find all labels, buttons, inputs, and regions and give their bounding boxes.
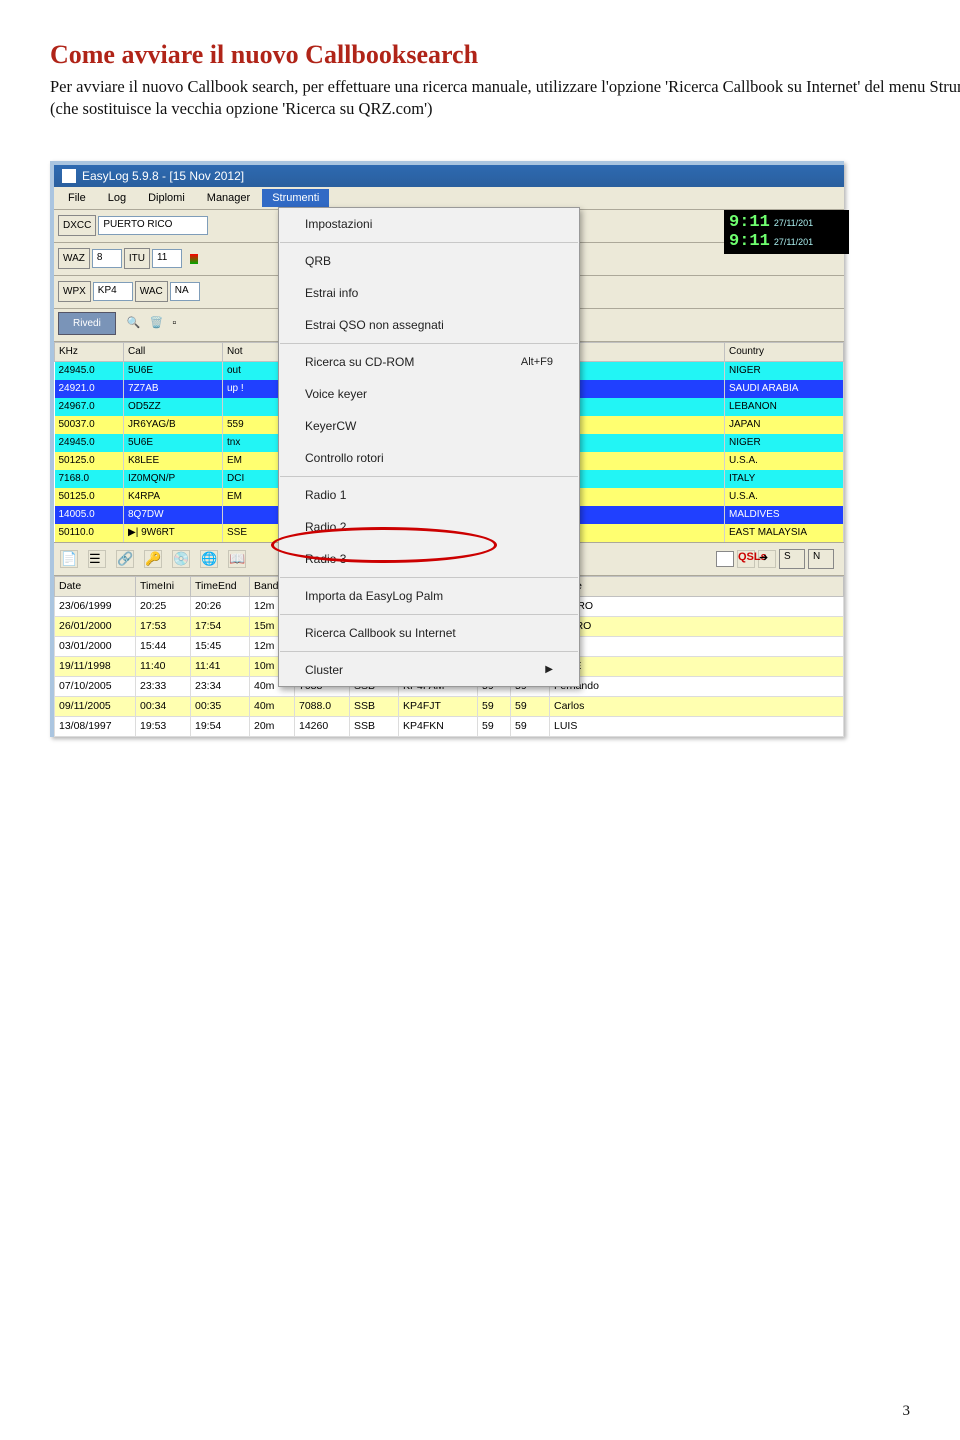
window-title: EasyLog 5.9.8 - [15 Nov 2012]	[82, 169, 244, 183]
clock-date1: 27/11/201	[774, 218, 813, 228]
menu-item[interactable]: Importa da EasyLog Palm	[279, 580, 579, 612]
menu-item[interactable]: QRB	[279, 245, 579, 277]
page-heading: Come avviare il nuovo Callbooksearch	[50, 40, 960, 70]
wac-value: NA	[170, 282, 200, 301]
menu-item[interactable]: Radio 2	[279, 511, 579, 543]
wpx-button[interactable]: WPX	[58, 281, 91, 302]
spot-col-call[interactable]: Call	[124, 342, 223, 361]
menu-item[interactable]: Estrai info	[279, 277, 579, 309]
screenshot-window: EasyLog 5.9.8 - [15 Nov 2012] File Log D…	[50, 161, 844, 737]
spot-col-khz[interactable]: KHz	[55, 342, 124, 361]
book-icon[interactable]: 📖	[228, 550, 246, 568]
app-icon	[62, 169, 76, 183]
qsls-box: QSLs ➔ S N	[716, 549, 834, 569]
clock-date2: 27/11/201	[774, 237, 813, 247]
itu-value: 11	[152, 249, 182, 268]
dxcc-value: PUERTO RICO	[98, 216, 208, 235]
log-col-timeend[interactable]: TimeEnd	[191, 576, 250, 596]
menu-diplomi[interactable]: Diplomi	[138, 189, 195, 207]
disc-icon[interactable]: 💿	[172, 550, 190, 568]
menu-item[interactable]: Ricerca Callbook su Internet	[279, 617, 579, 649]
trash-icon[interactable]: 🗑️	[150, 317, 164, 329]
itu-button[interactable]: ITU	[124, 248, 150, 269]
list-icon[interactable]: ☰	[88, 550, 106, 568]
spot-col-country[interactable]: Country	[725, 342, 844, 361]
waz-button[interactable]: WAZ	[58, 248, 90, 269]
page-number: 3	[903, 1403, 911, 1420]
strumenti-dropdown: Impostazioni QRBEstrai infoEstrai QSO non…	[278, 207, 580, 687]
extra-icon[interactable]: ▫	[172, 317, 176, 329]
menu-log[interactable]: Log	[98, 189, 136, 207]
wpx-value: KP4	[93, 282, 133, 301]
log-col-timeini[interactable]: TimeIni	[136, 576, 191, 596]
menu-item[interactable]: Cluster▶	[279, 654, 579, 686]
clock-panel: 9:11 27/11/201 9:11 27/11/201	[724, 210, 849, 254]
link-icon[interactable]: 🔗	[116, 550, 134, 568]
search-icon[interactable]: 🔍	[127, 317, 141, 329]
menu-item[interactable]: Radio 1	[279, 479, 579, 511]
menu-item[interactable]: KeyerCW	[279, 410, 579, 442]
flag-icon	[190, 254, 198, 264]
menu-item[interactable]: Estrai QSO non assegnati	[279, 309, 579, 341]
menu-item[interactable]: Controllo rotori	[279, 442, 579, 474]
wac-button[interactable]: WAC	[135, 281, 168, 302]
clock-time2: 9:11	[729, 232, 770, 251]
qsls-label: QSLs	[737, 550, 755, 568]
log-col-date[interactable]: Date	[55, 576, 136, 596]
doc-icon[interactable]: 📄	[60, 550, 78, 568]
key-icon[interactable]: 🔑	[144, 550, 162, 568]
menu-item[interactable]: Radio 3	[279, 543, 579, 575]
globe-icon[interactable]: 🌐	[200, 550, 218, 568]
menu-item[interactable]: Voice keyer	[279, 378, 579, 410]
log-row[interactable]: 09/11/200500:3400:3540m7088.0SSBKP4FJT59…	[55, 696, 844, 716]
menu-strumenti[interactable]: Strumenti	[262, 189, 329, 207]
qsls-n[interactable]: N	[808, 549, 834, 569]
keyboard-icon[interactable]	[716, 551, 734, 567]
page-body-text: Per avviare il nuovo Callbook search, pe…	[50, 76, 960, 121]
clock-time1: 9:11	[729, 213, 770, 232]
waz-value: 8	[92, 249, 122, 268]
menu-file[interactable]: File	[58, 189, 96, 207]
menu-bar: File Log Diplomi Manager Strumenti Impos…	[54, 187, 844, 210]
dxcc-button[interactable]: DXCC	[58, 215, 96, 236]
log-col-name[interactable]: Name	[550, 576, 844, 596]
rivedi-button[interactable]: Rivedi	[58, 312, 116, 335]
qsls-s[interactable]: S	[779, 549, 805, 569]
qsls-arrow-icon: ➔	[758, 550, 776, 568]
menu-manager[interactable]: Manager	[197, 189, 260, 207]
log-row[interactable]: 13/08/199719:5319:5420m14260SSBKP4FKN595…	[55, 716, 844, 736]
menu-item[interactable]: Impostazioni	[279, 208, 579, 240]
menu-item[interactable]: Ricerca su CD-ROMAlt+F9	[279, 346, 579, 378]
title-bar: EasyLog 5.9.8 - [15 Nov 2012]	[54, 165, 844, 187]
